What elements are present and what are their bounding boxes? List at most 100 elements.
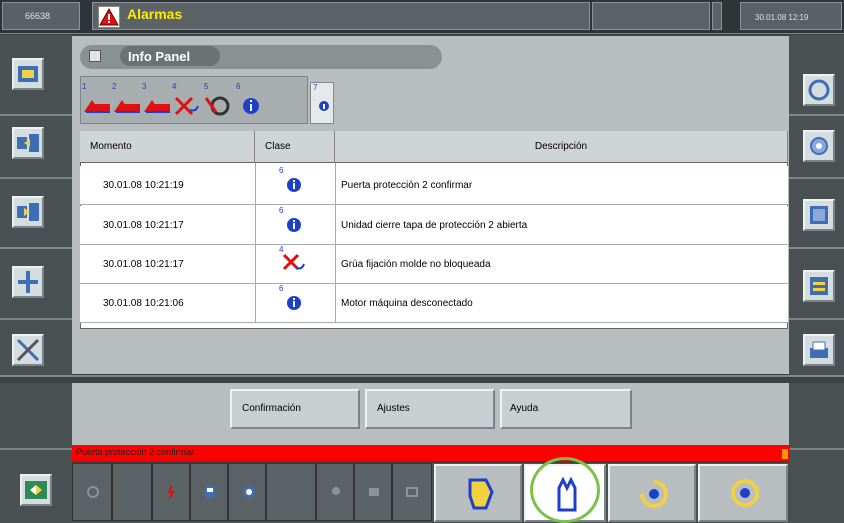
dot-icon	[332, 487, 340, 495]
top-status-cell-small	[712, 2, 722, 30]
tab-number: 2	[112, 82, 117, 91]
row-moment: 30.01.08 10:21:06	[103, 298, 184, 309]
mold-screen-button[interactable]	[12, 58, 44, 90]
row-moment: 30.01.08 10:21:17	[103, 259, 184, 270]
tab-number: 4	[172, 82, 177, 91]
left-divider	[0, 177, 72, 179]
column-header-moment[interactable]: Momento	[80, 131, 255, 163]
left-divider	[0, 114, 72, 116]
row-description: Unidad cierre tapa de protección 2 abier…	[341, 220, 528, 231]
row-description: Grúa fijación molde no bloqueada	[341, 259, 491, 270]
heater-icon	[167, 485, 175, 499]
column-divider	[255, 163, 256, 323]
page-icon	[205, 486, 215, 498]
tab-class-3[interactable]: 3	[142, 82, 172, 120]
right-divider	[789, 247, 844, 249]
confirm-button[interactable]: Confirmación	[230, 389, 360, 429]
settings-screen-button[interactable]	[803, 130, 835, 162]
heater-button[interactable]	[152, 463, 190, 521]
clamp-screen-button[interactable]	[12, 196, 44, 228]
auto-cycle-icon	[731, 479, 759, 507]
alarm-class-2-icon	[114, 100, 140, 113]
cycle-warning-icon	[204, 96, 230, 116]
bottom-divider	[0, 375, 844, 383]
tab-class-4[interactable]: 4	[172, 82, 202, 120]
tab-number: 7	[313, 83, 318, 92]
column-header-description[interactable]: Descripción	[335, 131, 788, 163]
right-divider	[789, 177, 844, 179]
column-header-class[interactable]: Clase	[255, 131, 335, 163]
datetime-display: 30.01.08 12:19	[740, 2, 842, 30]
power-button[interactable]	[72, 463, 112, 521]
tools-screen-button[interactable]	[12, 334, 44, 366]
tab-class-6[interactable]: 6	[236, 82, 266, 120]
selection-highlight	[530, 457, 600, 523]
tool-icon	[406, 487, 418, 497]
cycle-screen-button[interactable]	[803, 74, 835, 106]
tab-class-7[interactable]: 7	[310, 82, 334, 124]
info-icon	[287, 218, 301, 232]
page-button[interactable]	[190, 463, 228, 521]
status-indicator	[782, 449, 788, 459]
jog-left-button[interactable]	[434, 464, 522, 522]
info-icon	[287, 178, 301, 192]
toolbar-slot[interactable]	[112, 463, 152, 521]
mold-icon	[369, 488, 379, 496]
alarm-class-3-icon	[144, 100, 170, 113]
info-small-icon	[319, 101, 329, 111]
crane-warning-icon	[174, 96, 199, 116]
info-panel-title: Info Panel	[120, 46, 220, 66]
toolbar-slot[interactable]	[266, 463, 316, 521]
disabled-tool-button[interactable]	[392, 463, 432, 521]
tab-class-2[interactable]: 2	[112, 82, 142, 120]
right-divider	[789, 448, 844, 450]
right-divider	[789, 318, 844, 320]
row-description: Motor máquina desconectado	[341, 298, 473, 309]
row-class-number: 6	[279, 166, 284, 175]
page-title: Alarmas	[127, 6, 183, 22]
help-button[interactable]: Ayuda	[500, 389, 632, 429]
hand-left-icon	[468, 478, 494, 510]
tab-number: 5	[204, 82, 209, 91]
tab-number: 1	[82, 82, 87, 91]
disabled-mold-button[interactable]	[354, 463, 392, 521]
column-divider	[335, 163, 336, 323]
left-divider	[0, 318, 72, 320]
alarm-class-1-icon	[84, 100, 110, 113]
row-class-number: 6	[279, 206, 284, 215]
gauge-button[interactable]	[228, 463, 266, 521]
semi-auto-icon	[640, 480, 668, 508]
bottom-right-panel	[789, 383, 844, 523]
power-icon	[87, 486, 99, 498]
ejector-screen-button[interactable]	[12, 266, 44, 298]
semi-auto-button[interactable]	[608, 464, 696, 522]
row-description: Puerta protección 2 confirmar	[341, 180, 473, 191]
gauge-icon	[243, 486, 255, 498]
left-divider	[0, 448, 72, 450]
auto-mode-button[interactable]	[698, 464, 788, 522]
overview-button[interactable]	[20, 474, 52, 506]
status-message-bar: Puerta protección 2 confirmar	[72, 445, 790, 461]
tab-number: 3	[142, 82, 147, 91]
print-screen-button[interactable]	[803, 334, 835, 366]
left-divider	[0, 247, 72, 249]
info-icon	[243, 98, 259, 114]
top-status-cell	[592, 2, 710, 30]
crane-warning-icon	[282, 253, 305, 271]
row-moment: 30.01.08 10:21:19	[103, 180, 184, 191]
injection-screen-button[interactable]	[12, 127, 44, 159]
row-class-number: 6	[279, 284, 284, 293]
production-screen-button[interactable]	[803, 270, 835, 302]
alarm-warning-icon	[98, 6, 120, 28]
right-divider	[789, 114, 844, 116]
machine-id: 66638	[2, 2, 80, 30]
tab-class-5[interactable]: 5	[204, 82, 234, 120]
tab-number: 6	[236, 82, 241, 91]
monitor-screen-button[interactable]	[803, 199, 835, 231]
tab-class-1[interactable]: 1	[82, 82, 112, 120]
row-moment: 30.01.08 10:21:17	[103, 220, 184, 231]
collapse-toggle[interactable]	[89, 50, 101, 62]
settings-button[interactable]: Ajustes	[365, 389, 495, 429]
disabled-dot-button[interactable]	[316, 463, 354, 521]
info-icon	[287, 296, 301, 310]
